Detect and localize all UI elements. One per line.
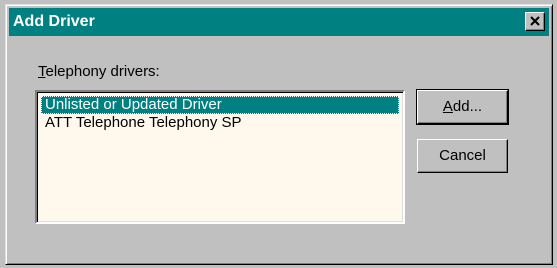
list-item-att-telephony-sp[interactable]: ATT Telephone Telephony SP — [41, 114, 246, 132]
title-bar[interactable]: Add Driver — [9, 8, 549, 36]
close-button[interactable] — [525, 12, 545, 31]
label-mnemonic: T — [38, 63, 46, 80]
dialog-title: Add Driver — [13, 13, 95, 30]
telephony-drivers-list[interactable]: Unlisted or Updated Driver ATT Telephone… — [35, 90, 405, 224]
label-text: elephony drivers: — [45, 63, 160, 80]
close-icon — [530, 16, 540, 26]
add-button[interactable]: Add... — [416, 89, 509, 125]
add-driver-dialog: Add Driver Telephony drivers: Unlisted o… — [5, 4, 553, 265]
telephony-drivers-label: Telephony drivers: — [38, 63, 160, 81]
add-label: dd... — [452, 98, 483, 115]
list-item-unlisted-driver[interactable]: Unlisted or Updated Driver — [41, 96, 399, 114]
add-mnemonic: A — [442, 98, 453, 115]
cancel-button[interactable]: Cancel — [417, 139, 508, 173]
